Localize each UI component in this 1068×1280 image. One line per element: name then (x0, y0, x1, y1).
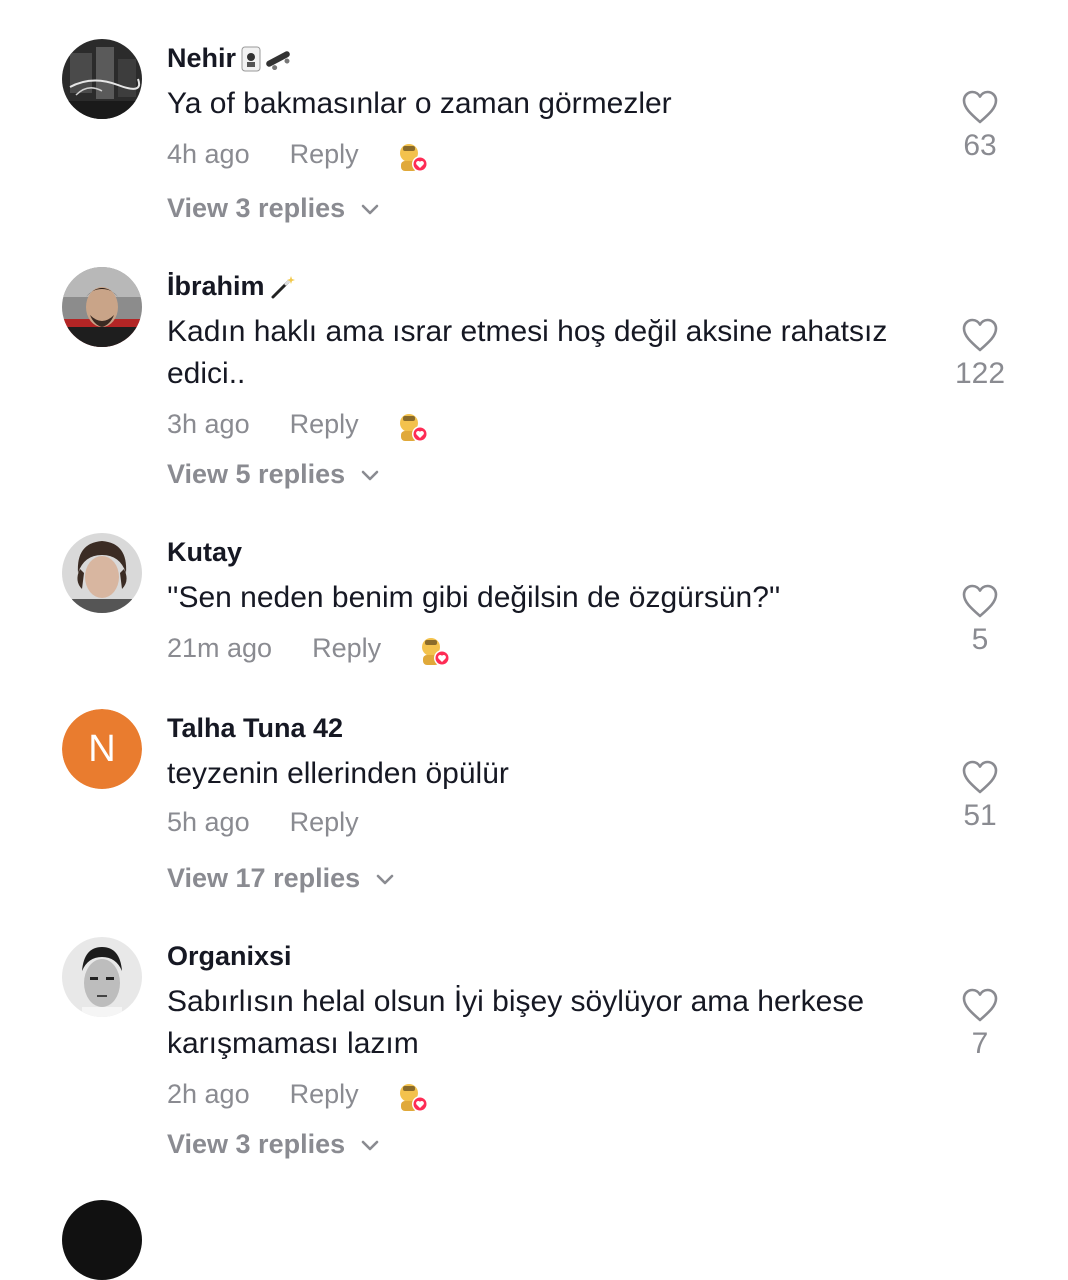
chevron-down-icon (361, 1140, 379, 1150)
skateboard-emoji-icon (266, 50, 290, 70)
chevron-down-icon (376, 874, 394, 884)
username-text: Organixsi (167, 941, 292, 971)
avatar[interactable] (62, 937, 142, 1017)
view-replies-button[interactable]: View 3 replies (167, 193, 381, 224)
reply-button[interactable]: Reply (290, 807, 359, 838)
username[interactable]: Organixsi (167, 941, 292, 972)
username[interactable]: Nehir (167, 43, 293, 74)
comment-time: 2h ago (167, 1078, 250, 1109)
comment-time: 4h ago (167, 138, 250, 169)
card-emoji-icon (241, 46, 261, 71)
reply-button[interactable]: Reply (312, 633, 381, 664)
like-count: 122 (954, 357, 1006, 390)
username-text: İbrahim (167, 271, 265, 301)
username[interactable]: Kutay (167, 537, 242, 568)
comment-meta: 5h ago Reply (167, 807, 397, 838)
comment-meta: 2h ago Reply (167, 1077, 431, 1112)
comment-text: ''Sen neden benim gibi değilsin de özgür… (167, 581, 781, 614)
comment-text: Sabırlısın helal olsun İyi bişey söylüyo… (167, 985, 865, 1060)
view-replies-label: View 3 replies (167, 1129, 346, 1159)
heart-outline-icon[interactable] (961, 317, 999, 353)
heart-outline-icon[interactable] (961, 89, 999, 125)
username-emoji (270, 274, 296, 300)
creator-liked-badge-icon (397, 1081, 431, 1115)
like-column: 5 (940, 583, 1020, 657)
username-text: Nehir (167, 43, 237, 73)
username[interactable]: Talha Tuna 42 (167, 713, 343, 744)
comment-meta: 4h ago Reply (167, 137, 431, 172)
like-column: 63 (940, 89, 1020, 163)
like-column: 7 (940, 987, 1020, 1061)
comment-time: 5h ago (167, 807, 250, 837)
reply-button[interactable]: Reply (290, 139, 359, 170)
username-text: Kutay (167, 537, 243, 567)
comment-time: 3h ago (167, 408, 250, 439)
avatar[interactable] (62, 267, 142, 347)
avatar[interactable] (62, 39, 142, 119)
view-replies-button[interactable]: View 3 replies (167, 1129, 381, 1160)
like-count: 7 (971, 1027, 989, 1060)
avatar[interactable] (62, 1200, 142, 1280)
heart-outline-icon[interactable] (961, 759, 999, 795)
comment-text: teyzenin ellerinden öpülür (167, 757, 509, 790)
comment-meta: 3h ago Reply (167, 407, 431, 442)
view-replies-label: View 17 replies (167, 863, 361, 893)
view-replies-label: View 5 replies (167, 459, 346, 489)
reply-button[interactable]: Reply (290, 409, 359, 440)
username[interactable]: İbrahim (167, 271, 296, 302)
magic-wand-emoji-icon (271, 275, 295, 298)
comment-text: Ya of bakmasınlar o zaman görmezler (167, 87, 672, 120)
like-count: 5 (971, 623, 989, 656)
heart-outline-icon[interactable] (961, 583, 999, 619)
username-emoji (241, 46, 293, 72)
avatar[interactable] (62, 533, 142, 613)
avatar-letter: N (62, 709, 142, 789)
avatar[interactable]: N (62, 709, 142, 789)
comment-time: 21m ago (167, 632, 273, 663)
view-replies-button[interactable]: View 5 replies (167, 459, 381, 490)
username-text: Talha Tuna 42 (167, 713, 344, 743)
view-replies-label: View 3 replies (167, 193, 346, 223)
like-count: 63 (963, 129, 997, 162)
chevron-down-icon (361, 204, 379, 214)
comment-text: Kadın haklı ama ısrar etmesi hoş değil a… (167, 315, 888, 390)
like-column: 122 (940, 317, 1020, 391)
chevron-down-icon (361, 470, 379, 480)
comment-meta: 21m ago Reply (167, 631, 453, 666)
like-column: 51 (940, 759, 1020, 833)
creator-liked-badge-icon (397, 141, 431, 175)
like-count: 51 (963, 799, 997, 832)
heart-outline-icon[interactable] (961, 987, 999, 1023)
reply-button[interactable]: Reply (290, 1079, 359, 1110)
creator-liked-badge-icon (419, 635, 453, 669)
view-replies-button[interactable]: View 17 replies (167, 863, 396, 894)
creator-liked-badge-icon (397, 411, 431, 445)
